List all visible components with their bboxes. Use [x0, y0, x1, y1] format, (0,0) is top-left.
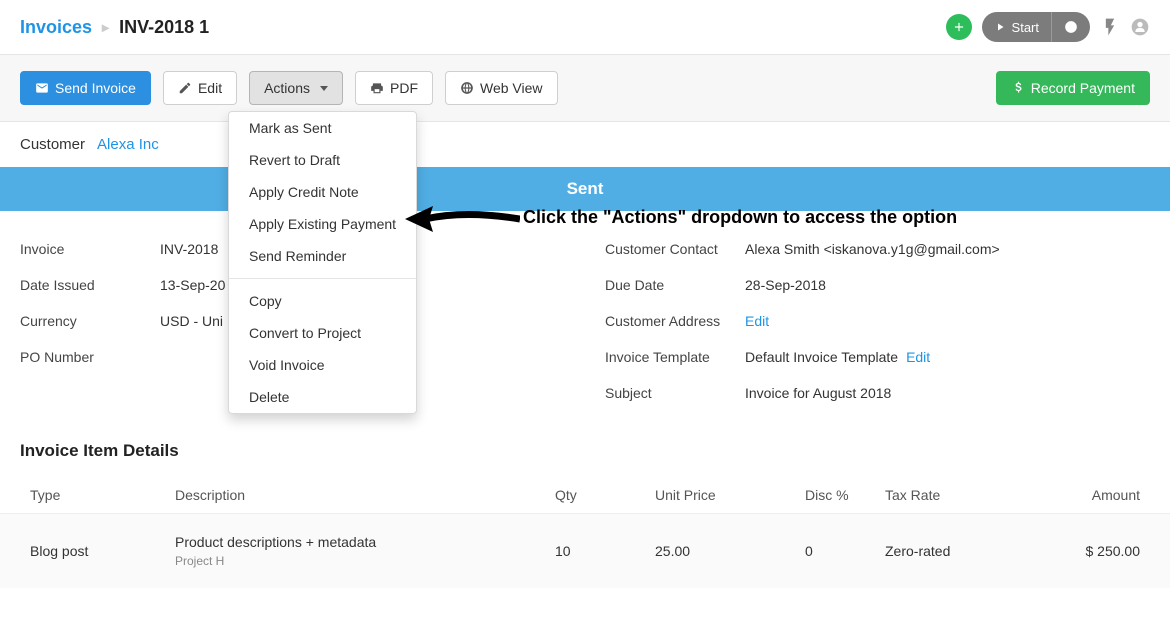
col-tax-header: Tax Rate [885, 487, 1035, 503]
bolt-icon[interactable] [1100, 17, 1120, 37]
col-amount-header: Amount [1035, 487, 1140, 503]
globe-icon [460, 81, 474, 95]
chevron-right-icon: ▸ [102, 19, 109, 36]
item-description: Product descriptions + metadata [175, 534, 555, 550]
currency-label: Currency [20, 313, 160, 329]
start-timer-button[interactable]: Start [982, 12, 1051, 42]
currency-value: USD - Uni [160, 313, 223, 329]
invoice-label: Invoice [20, 241, 160, 257]
template-value: Default Invoice Template [745, 349, 898, 365]
menu-send-reminder[interactable]: Send Reminder [229, 240, 416, 272]
clock-icon [1064, 20, 1078, 34]
due-date-label: Due Date [605, 277, 745, 293]
send-invoice-label: Send Invoice [55, 80, 136, 96]
item-subdescription: Project H [175, 554, 555, 568]
web-view-label: Web View [480, 80, 543, 96]
col-qty-header: Qty [555, 487, 655, 503]
table-row: Blog post Product descriptions + metadat… [0, 514, 1170, 588]
item-qty: 10 [555, 543, 655, 559]
items-section-title: Invoice Item Details [0, 431, 1170, 477]
contact-value: Alexa Smith <iskanova.y1g@gmail.com> [745, 241, 1000, 257]
edit-button[interactable]: Edit [163, 71, 237, 105]
item-type: Blog post [30, 543, 175, 559]
breadcrumb-root-link[interactable]: Invoices [20, 17, 92, 38]
annotation-arrow [405, 202, 520, 236]
invoice-value: INV-2018 [160, 241, 218, 257]
print-icon [370, 81, 384, 95]
item-tax: Zero-rated [885, 543, 1035, 559]
actions-dropdown-button[interactable]: Actions [249, 71, 343, 105]
address-label: Customer Address [605, 313, 745, 329]
template-edit-link[interactable]: Edit [906, 349, 930, 365]
status-banner: Sent [0, 167, 1170, 211]
breadcrumb-current: INV-2018 1 [119, 17, 209, 38]
play-icon [994, 21, 1006, 33]
send-invoice-button[interactable]: Send Invoice [20, 71, 151, 105]
due-date-value: 28-Sep-2018 [745, 277, 826, 293]
contact-label: Customer Contact [605, 241, 745, 257]
menu-void-invoice[interactable]: Void Invoice [229, 349, 416, 381]
web-view-button[interactable]: Web View [445, 71, 558, 105]
subject-label: Subject [605, 385, 745, 401]
customer-link[interactable]: Alexa Inc [97, 136, 159, 153]
record-payment-button[interactable]: Record Payment [996, 71, 1150, 105]
pdf-label: PDF [390, 80, 418, 96]
breadcrumb: Invoices ▸ INV-2018 1 [20, 17, 209, 38]
dollar-icon [1011, 81, 1025, 95]
actions-dropdown-menu: Mark as Sent Revert to Draft Apply Credi… [228, 111, 417, 414]
menu-divider [229, 278, 416, 279]
record-payment-label: Record Payment [1031, 80, 1135, 96]
item-amount: $ 250.00 [1035, 543, 1140, 559]
po-label: PO Number [20, 349, 160, 365]
edit-label: Edit [198, 80, 222, 96]
address-edit-link[interactable]: Edit [745, 313, 769, 329]
menu-revert-to-draft[interactable]: Revert to Draft [229, 144, 416, 176]
actions-label: Actions [264, 80, 310, 96]
item-price: 25.00 [655, 543, 805, 559]
menu-mark-as-sent[interactable]: Mark as Sent [229, 112, 416, 144]
caret-down-icon [320, 86, 328, 91]
menu-apply-existing-payment[interactable]: Apply Existing Payment [229, 208, 416, 240]
user-avatar-icon[interactable] [1130, 17, 1150, 37]
timer-pill: Start [982, 12, 1090, 42]
col-desc-header: Description [175, 487, 555, 503]
menu-convert-to-project[interactable]: Convert to Project [229, 317, 416, 349]
item-disc: 0 [805, 543, 885, 559]
col-price-header: Unit Price [655, 487, 805, 503]
pencil-icon [178, 81, 192, 95]
annotation-text: Click the "Actions" dropdown to access t… [523, 207, 957, 228]
menu-delete[interactable]: Delete [229, 381, 416, 413]
col-type-header: Type [30, 487, 175, 503]
subject-value: Invoice for August 2018 [745, 385, 891, 401]
menu-copy[interactable]: Copy [229, 285, 416, 317]
envelope-icon [35, 81, 49, 95]
start-label: Start [1012, 20, 1039, 35]
items-header-row: Type Description Qty Unit Price Disc % T… [0, 477, 1170, 514]
timer-dropdown-button[interactable] [1051, 12, 1090, 42]
pdf-button[interactable]: PDF [355, 71, 433, 105]
col-disc-header: Disc % [805, 487, 885, 503]
customer-label: Customer [20, 136, 85, 153]
date-issued-label: Date Issued [20, 277, 160, 293]
date-issued-value: 13-Sep-20 [160, 277, 225, 293]
menu-apply-credit-note[interactable]: Apply Credit Note [229, 176, 416, 208]
template-label: Invoice Template [605, 349, 745, 365]
plus-icon [952, 20, 966, 34]
add-button[interactable] [946, 14, 972, 40]
